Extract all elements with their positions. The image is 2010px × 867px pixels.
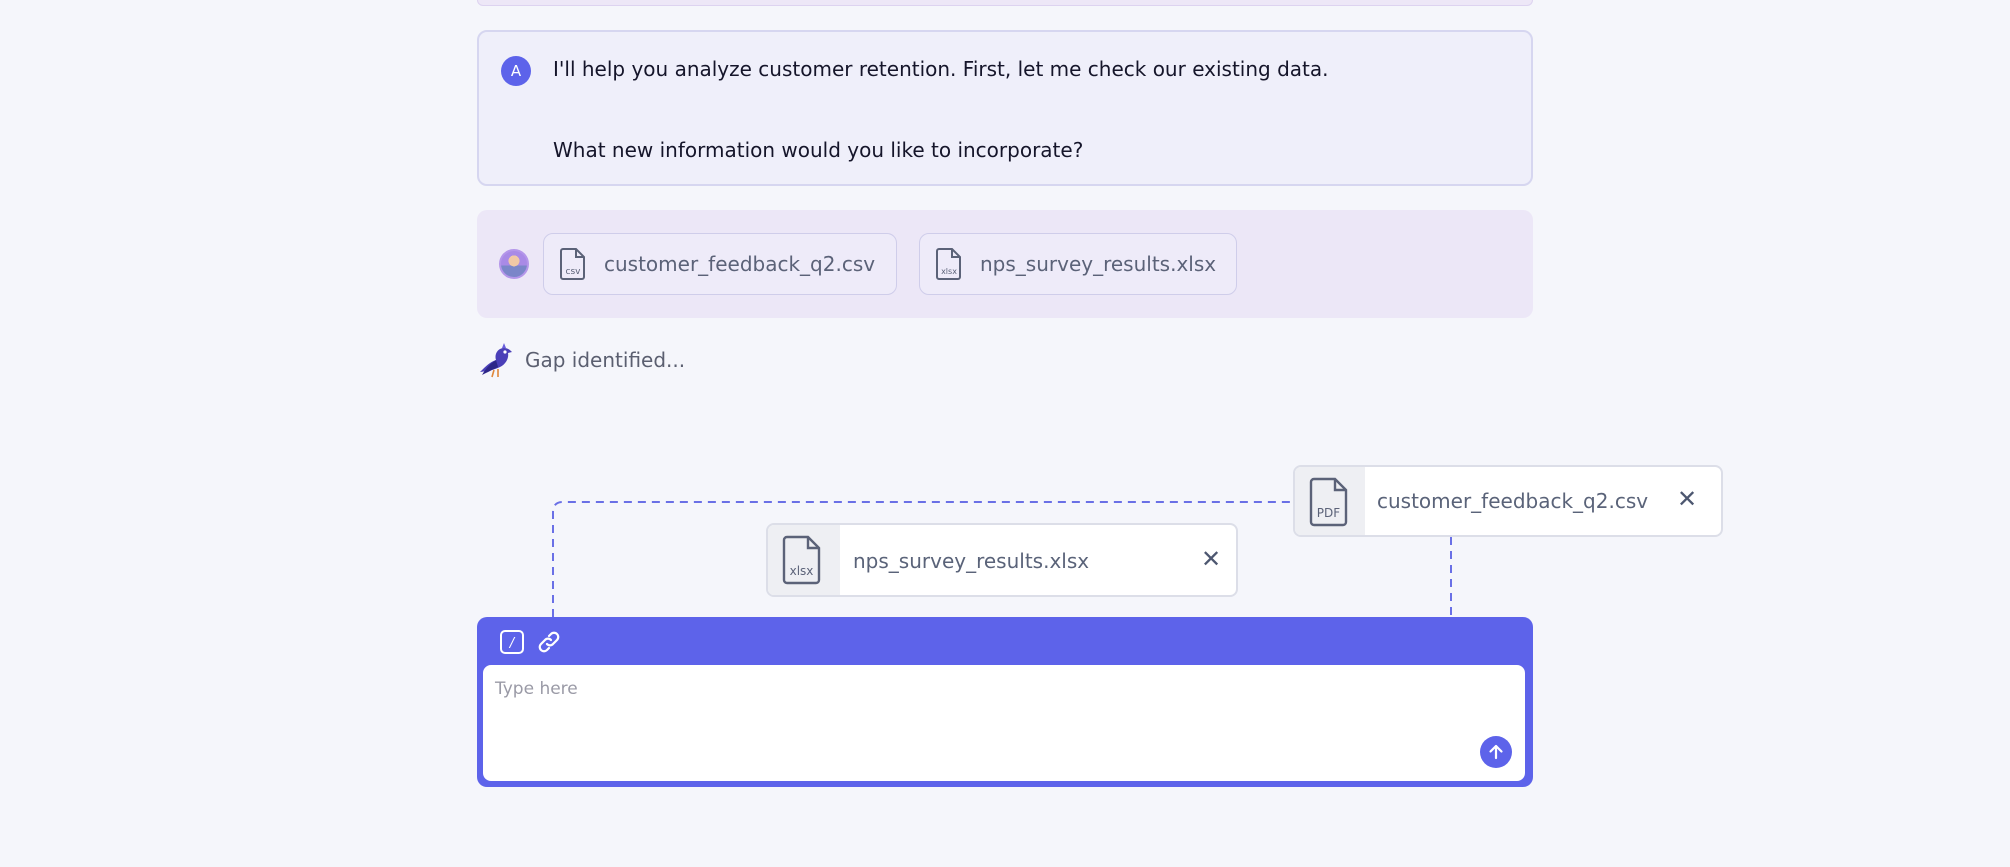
previous-message-edge [477,0,1533,6]
svg-text:xlsx: xlsx [790,564,814,578]
assistant-message: A I'll help you analyze customer retenti… [477,30,1533,186]
message-input[interactable] [483,665,1525,781]
file-name: customer_feedback_q2.csv [1377,489,1649,513]
message-composer: / [477,617,1533,787]
svg-text:xlsx: xlsx [941,267,957,276]
xlsx-file-icon: xlsx [782,535,821,585]
xlsx-file-icon: xlsx [936,248,961,280]
attach-link-icon[interactable] [536,629,562,655]
svg-text:csv: csv [566,267,582,277]
file-name: nps_survey_results.xlsx [853,549,1090,573]
svg-text:/: / [509,636,516,651]
svg-text:PDF: PDF [1317,506,1340,520]
dragged-file-card-pdf[interactable]: PDF customer_feedback_q2.csv ✕ [1293,465,1723,537]
assistant-avatar: A [501,56,531,86]
user-files-message: csv customer_feedback_q2.csv xlsx nps_su… [477,210,1533,318]
attached-file-chip-xlsx[interactable]: xlsx nps_survey_results.xlsx [919,233,1237,295]
status-text: Gap identified... [525,348,686,372]
close-icon[interactable]: ✕ [1677,485,1697,513]
slash-command-icon[interactable]: / [499,629,525,655]
dragged-file-card-xlsx[interactable]: xlsx nps_survey_results.xlsx ✕ [766,523,1238,597]
bird-logo-icon [480,343,512,378]
arrow-up-icon [1489,744,1503,760]
close-icon[interactable]: ✕ [1201,545,1221,573]
assistant-message-line-2: What new information would you like to i… [553,138,1084,162]
file-icon-pane: PDF [1295,467,1365,535]
file-icon-pane: xlsx [768,525,840,595]
csv-file-icon: csv [560,248,585,280]
attached-file-name: customer_feedback_q2.csv [604,252,876,276]
attached-file-name: nps_survey_results.xlsx [980,252,1217,276]
assistant-message-line-1: I'll help you analyze customer retention… [553,57,1329,81]
user-avatar [499,249,529,279]
send-button[interactable] [1480,736,1512,768]
attached-file-chip-csv[interactable]: csv customer_feedback_q2.csv [543,233,897,295]
pdf-file-icon: PDF [1309,477,1348,527]
